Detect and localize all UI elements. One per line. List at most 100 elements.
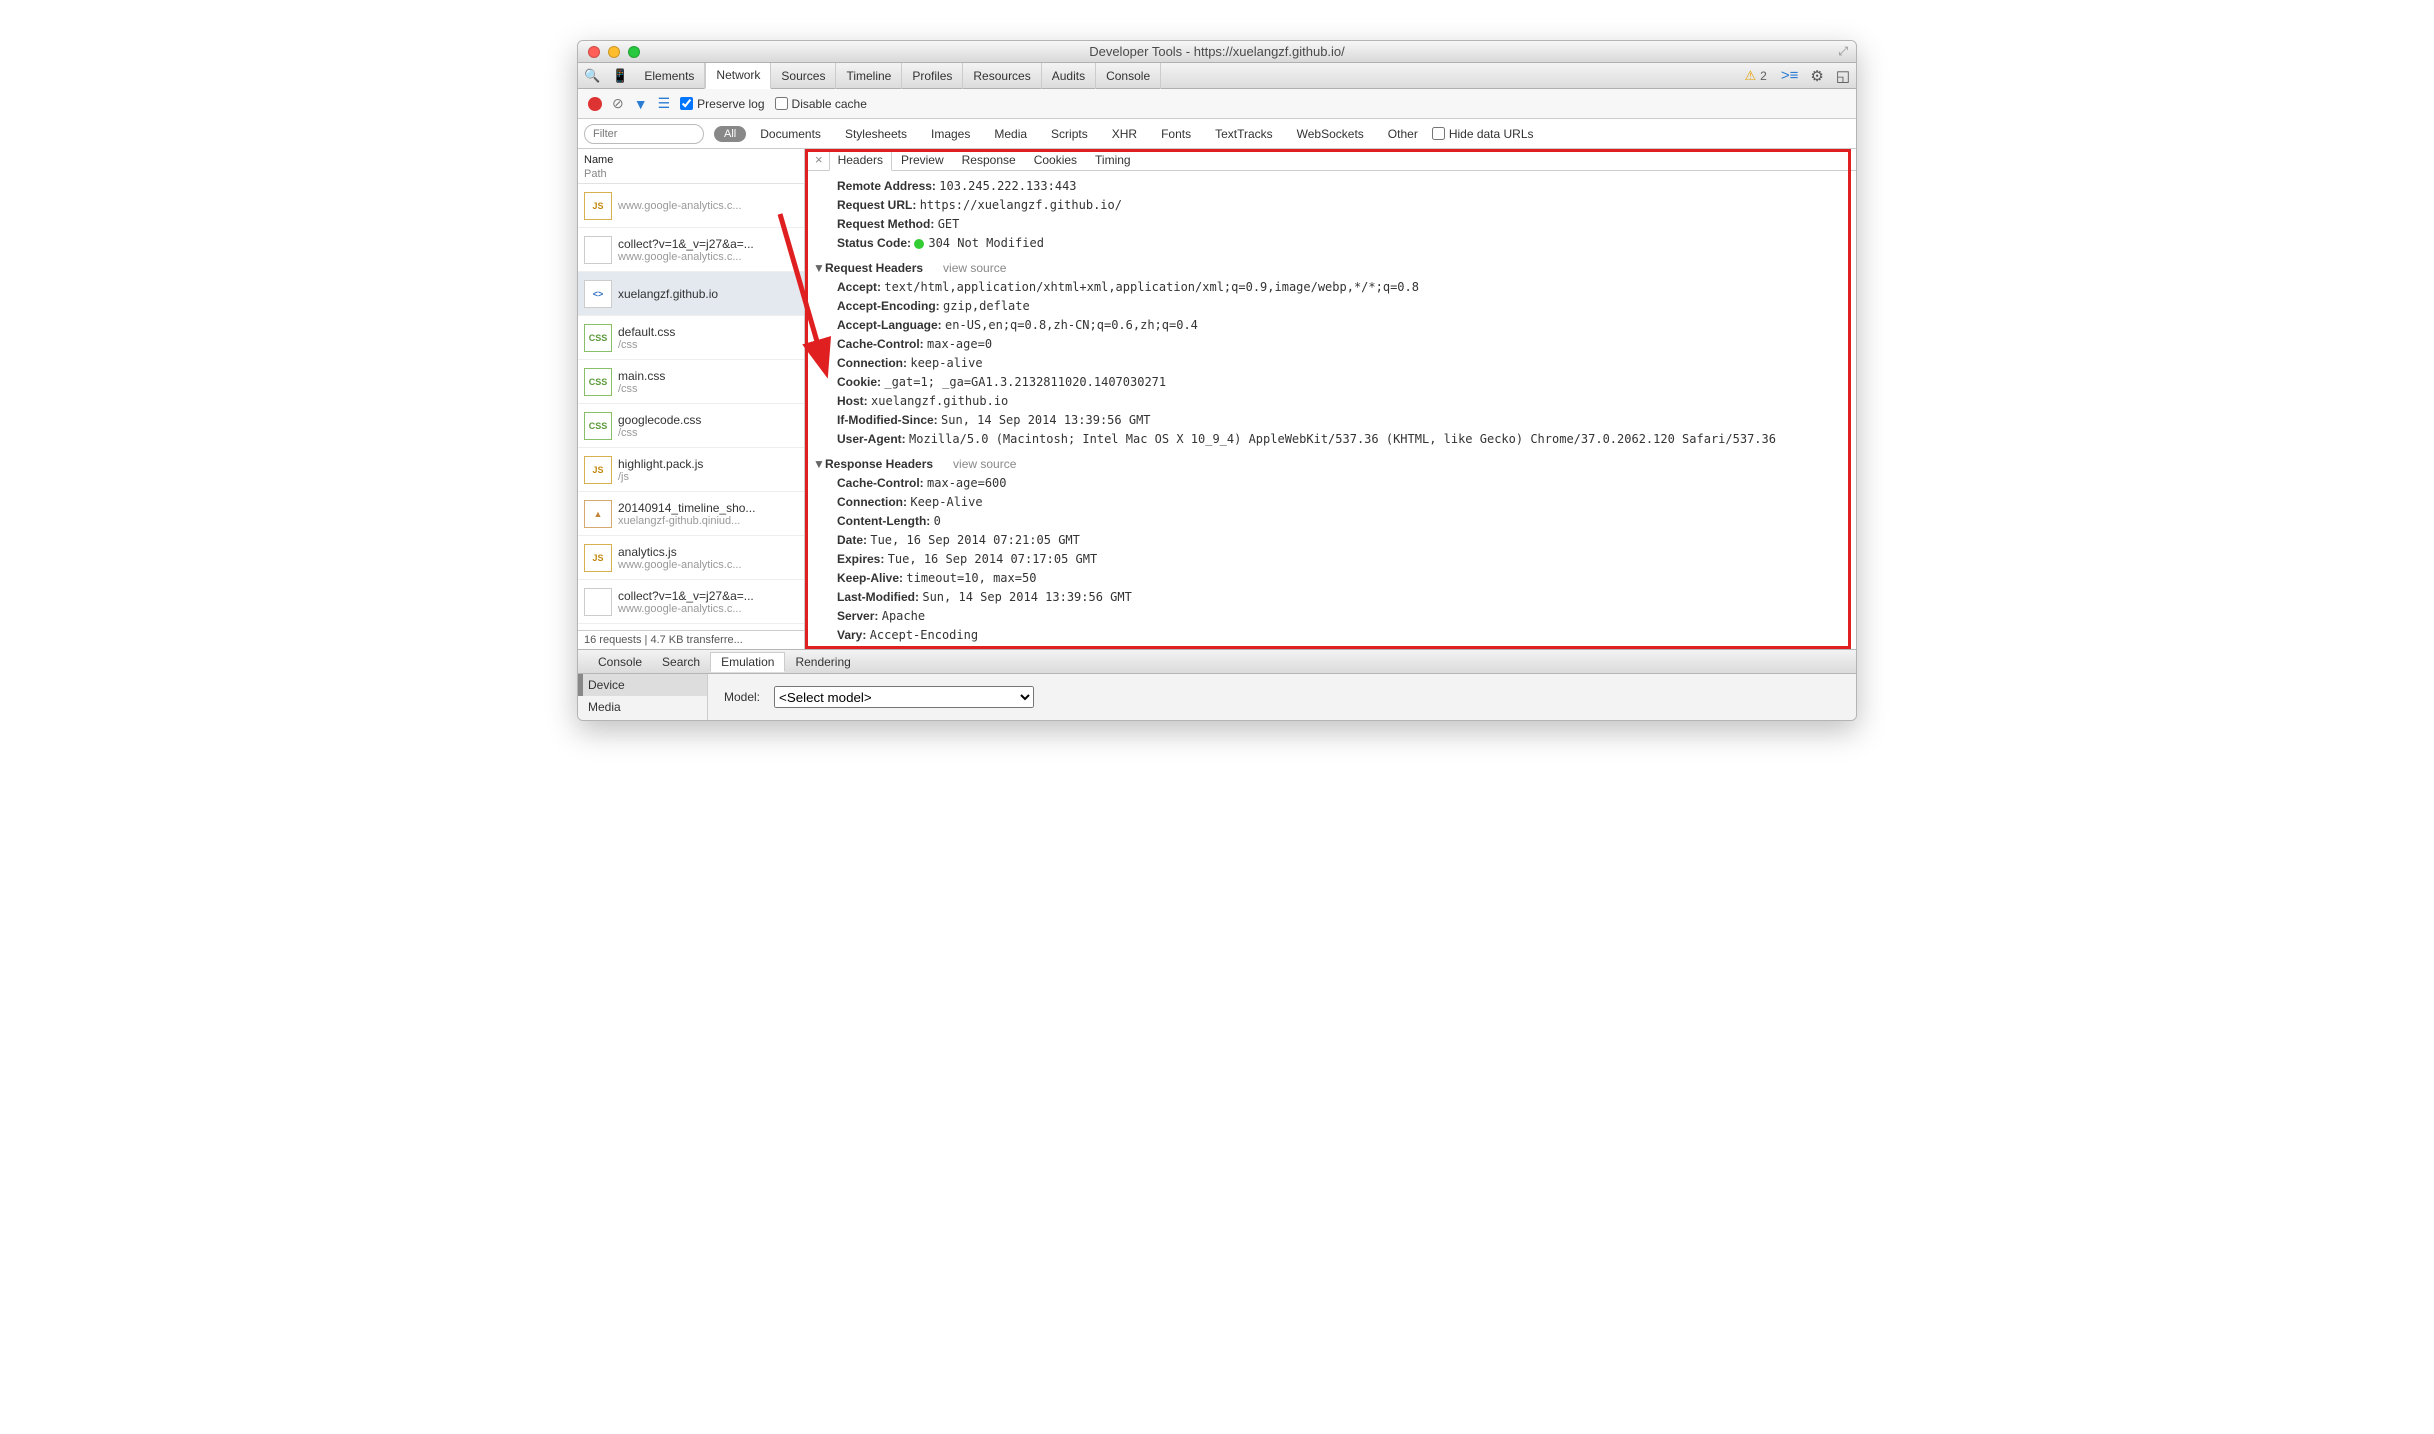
header-key: Host: xyxy=(837,394,868,408)
main-tab-console[interactable]: Console xyxy=(1096,63,1161,89)
drawer-side-media[interactable]: Media xyxy=(578,696,707,718)
close-detail-icon[interactable]: × xyxy=(809,152,829,167)
view-source-link[interactable]: view source xyxy=(943,261,1006,275)
filter-funnel-icon[interactable]: ▼ xyxy=(634,96,648,112)
header-key: Request URL: xyxy=(837,198,916,212)
main-tab-sources[interactable]: Sources xyxy=(771,63,836,89)
header-value: max-age=0 xyxy=(927,337,992,351)
warnings-badge[interactable]: ⚠2 xyxy=(1745,68,1767,84)
drawer-side-device[interactable]: Device xyxy=(578,674,707,696)
main-tab-timeline[interactable]: Timeline xyxy=(836,63,902,89)
request-name: xuelangzf.github.io xyxy=(618,287,718,301)
filter-type-texttracks[interactable]: TextTracks xyxy=(1211,127,1277,141)
header-key: Accept: xyxy=(837,280,881,294)
detail-tab-response[interactable]: Response xyxy=(953,150,1025,170)
settings-gear-icon[interactable]: ⚙ xyxy=(1804,67,1829,85)
preserve-log-checkbox[interactable]: Preserve log xyxy=(680,97,764,111)
clear-icon[interactable]: ⊘ xyxy=(612,95,624,112)
view-source-link[interactable]: view source xyxy=(953,457,1016,471)
header-value: xuelangzf.github.io xyxy=(871,394,1008,408)
main-tab-network[interactable]: Network xyxy=(705,63,771,89)
header-value: text/html,application/xhtml+xml,applicat… xyxy=(884,280,1419,294)
header-key: Last-Modified: xyxy=(837,590,919,604)
file-type-icon: CSS xyxy=(584,324,612,352)
header-key: Connection: xyxy=(837,495,907,509)
drawer-tab-emulation[interactable]: Emulation xyxy=(710,652,785,672)
search-icon[interactable]: 🔍 xyxy=(578,68,606,84)
warning-icon: ⚠ xyxy=(1745,68,1757,84)
filter-type-scripts[interactable]: Scripts xyxy=(1047,127,1092,141)
filter-type-other[interactable]: Other xyxy=(1384,127,1422,141)
dock-icon[interactable]: ◱ xyxy=(1830,67,1856,85)
hide-data-urls-checkbox[interactable]: Hide data URLs xyxy=(1432,127,1534,141)
request-row[interactable]: ▲20140914_timeline_sho...xuelangzf-githu… xyxy=(578,492,804,536)
detail-tab-headers[interactable]: Headers xyxy=(829,150,892,171)
file-type-icon: <> xyxy=(584,280,612,308)
model-select[interactable]: <Select model> xyxy=(774,686,1034,708)
request-list-panel: Name Path JSwww.google-analytics.c...col… xyxy=(578,149,805,649)
request-name: collect?v=1&_v=j27&a=... xyxy=(618,589,754,603)
request-row[interactable]: CSSmain.css/css xyxy=(578,360,804,404)
request-path: /css xyxy=(618,427,701,439)
request-name: default.css xyxy=(618,325,675,339)
drawer-tab-console[interactable]: Console xyxy=(588,653,652,671)
detail-tab-cookies[interactable]: Cookies xyxy=(1025,150,1086,170)
filter-type-stylesheets[interactable]: Stylesheets xyxy=(841,127,911,141)
request-row[interactable]: <> xuelangzf.github.io xyxy=(578,272,804,316)
file-type-icon xyxy=(584,236,612,264)
request-row[interactable]: JSanalytics.jswww.google-analytics.c... xyxy=(578,536,804,580)
request-row[interactable]: CSSdefault.css/css xyxy=(578,316,804,360)
request-path: www.google-analytics.c... xyxy=(618,200,742,212)
file-type-icon: CSS xyxy=(584,412,612,440)
filter-type-websockets[interactable]: WebSockets xyxy=(1293,127,1368,141)
file-type-icon: JS xyxy=(584,544,612,572)
collapse-icon[interactable]: ▼ xyxy=(813,259,825,278)
request-row[interactable]: JSwww.google-analytics.c... xyxy=(578,184,804,228)
filter-all[interactable]: All xyxy=(714,126,746,142)
header-key: Server: xyxy=(837,609,878,623)
file-type-icon xyxy=(584,588,612,616)
filter-type-fonts[interactable]: Fonts xyxy=(1157,127,1195,141)
header-value: Sun, 14 Sep 2014 13:39:56 GMT xyxy=(922,590,1132,604)
main-tab-audits[interactable]: Audits xyxy=(1042,63,1096,89)
main-tab-elements[interactable]: Elements xyxy=(634,63,705,89)
drawer-tab-rendering[interactable]: Rendering xyxy=(785,653,860,671)
header-key: Remote Address: xyxy=(837,179,936,193)
header-value: gzip,deflate xyxy=(943,299,1030,313)
record-button[interactable] xyxy=(588,97,602,111)
header-value: 304 Not Modified xyxy=(928,236,1044,250)
view-icon[interactable]: ☰ xyxy=(658,95,671,112)
header-value: max-age=600 xyxy=(927,476,1006,490)
header-value: _gat=1; _ga=GA1.3.2132811020.1407030271 xyxy=(884,375,1166,389)
header-key: If-Modified-Since: xyxy=(837,413,938,427)
header-value: keep-alive xyxy=(910,356,982,370)
header-value: Tue, 16 Sep 2014 07:21:05 GMT xyxy=(870,533,1080,547)
filter-type-documents[interactable]: Documents xyxy=(756,127,825,141)
request-row[interactable]: JShighlight.pack.js/js xyxy=(578,448,804,492)
request-row[interactable]: collect?v=1&_v=j27&a=...www.google-analy… xyxy=(578,580,804,624)
detail-tab-preview[interactable]: Preview xyxy=(892,150,953,170)
filter-type-media[interactable]: Media xyxy=(990,127,1031,141)
filter-type-xhr[interactable]: XHR xyxy=(1108,127,1141,141)
main-tab-resources[interactable]: Resources xyxy=(963,63,1041,89)
detail-tab-timing[interactable]: Timing xyxy=(1086,150,1140,170)
response-headers-title: Response Headers xyxy=(825,457,933,471)
request-row[interactable]: collect?v=1&_v=j27&a=...www.google-analy… xyxy=(578,228,804,272)
filter-input[interactable] xyxy=(584,124,704,144)
filter-type-images[interactable]: Images xyxy=(927,127,974,141)
device-icon[interactable]: 📱 xyxy=(606,68,634,84)
header-key: Keep-Alive: xyxy=(837,571,903,585)
drawer-tab-search[interactable]: Search xyxy=(652,653,710,671)
collapse-icon[interactable]: ▼ xyxy=(813,455,825,474)
disable-cache-checkbox[interactable]: Disable cache xyxy=(775,97,867,111)
request-name: googlecode.css xyxy=(618,413,701,427)
console-toggle-icon[interactable]: >≡ xyxy=(1775,67,1805,84)
request-path: /css xyxy=(618,383,665,395)
model-label: Model: xyxy=(724,690,760,704)
request-row[interactable]: CSS googlecode.css/css xyxy=(578,404,804,448)
network-toolbar: ⊘ ▼ ☰ Preserve log Disable cache xyxy=(578,89,1856,119)
header-key: Accept-Encoding: xyxy=(837,299,940,313)
header-key: Request Method: xyxy=(837,217,934,231)
main-tab-profiles[interactable]: Profiles xyxy=(902,63,963,89)
file-type-icon: CSS xyxy=(584,368,612,396)
